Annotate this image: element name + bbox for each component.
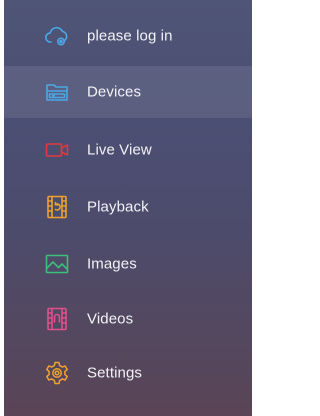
gear-icon [44,360,70,386]
video-film-icon [44,306,70,332]
menu-item-label: Images [87,255,137,273]
menu-item-settings[interactable]: Settings [4,347,252,399]
menu-item-label: please log in [87,27,173,45]
image-icon [44,251,70,277]
menu-item-login[interactable]: please log in [4,10,252,62]
menu-item-label: Playback [87,198,149,216]
cloud-settings-icon [44,23,70,49]
menu-item-devices[interactable]: Devices [4,66,252,118]
devices-icon [44,79,70,105]
navigation-drawer: please log in Devices Live View Playback… [4,0,252,416]
menu-item-videos[interactable]: Videos [4,293,252,345]
menu-item-playback[interactable]: Playback [4,181,252,233]
menu-item-images[interactable]: Images [4,238,252,290]
video-camera-icon [44,137,70,163]
playback-film-icon [44,194,70,220]
menu-item-label: Settings [87,364,142,382]
menu-item-label: Devices [87,83,142,101]
menu-item-label: Videos [87,310,134,328]
menu-item-live-view[interactable]: Live View [4,124,252,176]
menu-item-label: Live View [87,141,152,159]
